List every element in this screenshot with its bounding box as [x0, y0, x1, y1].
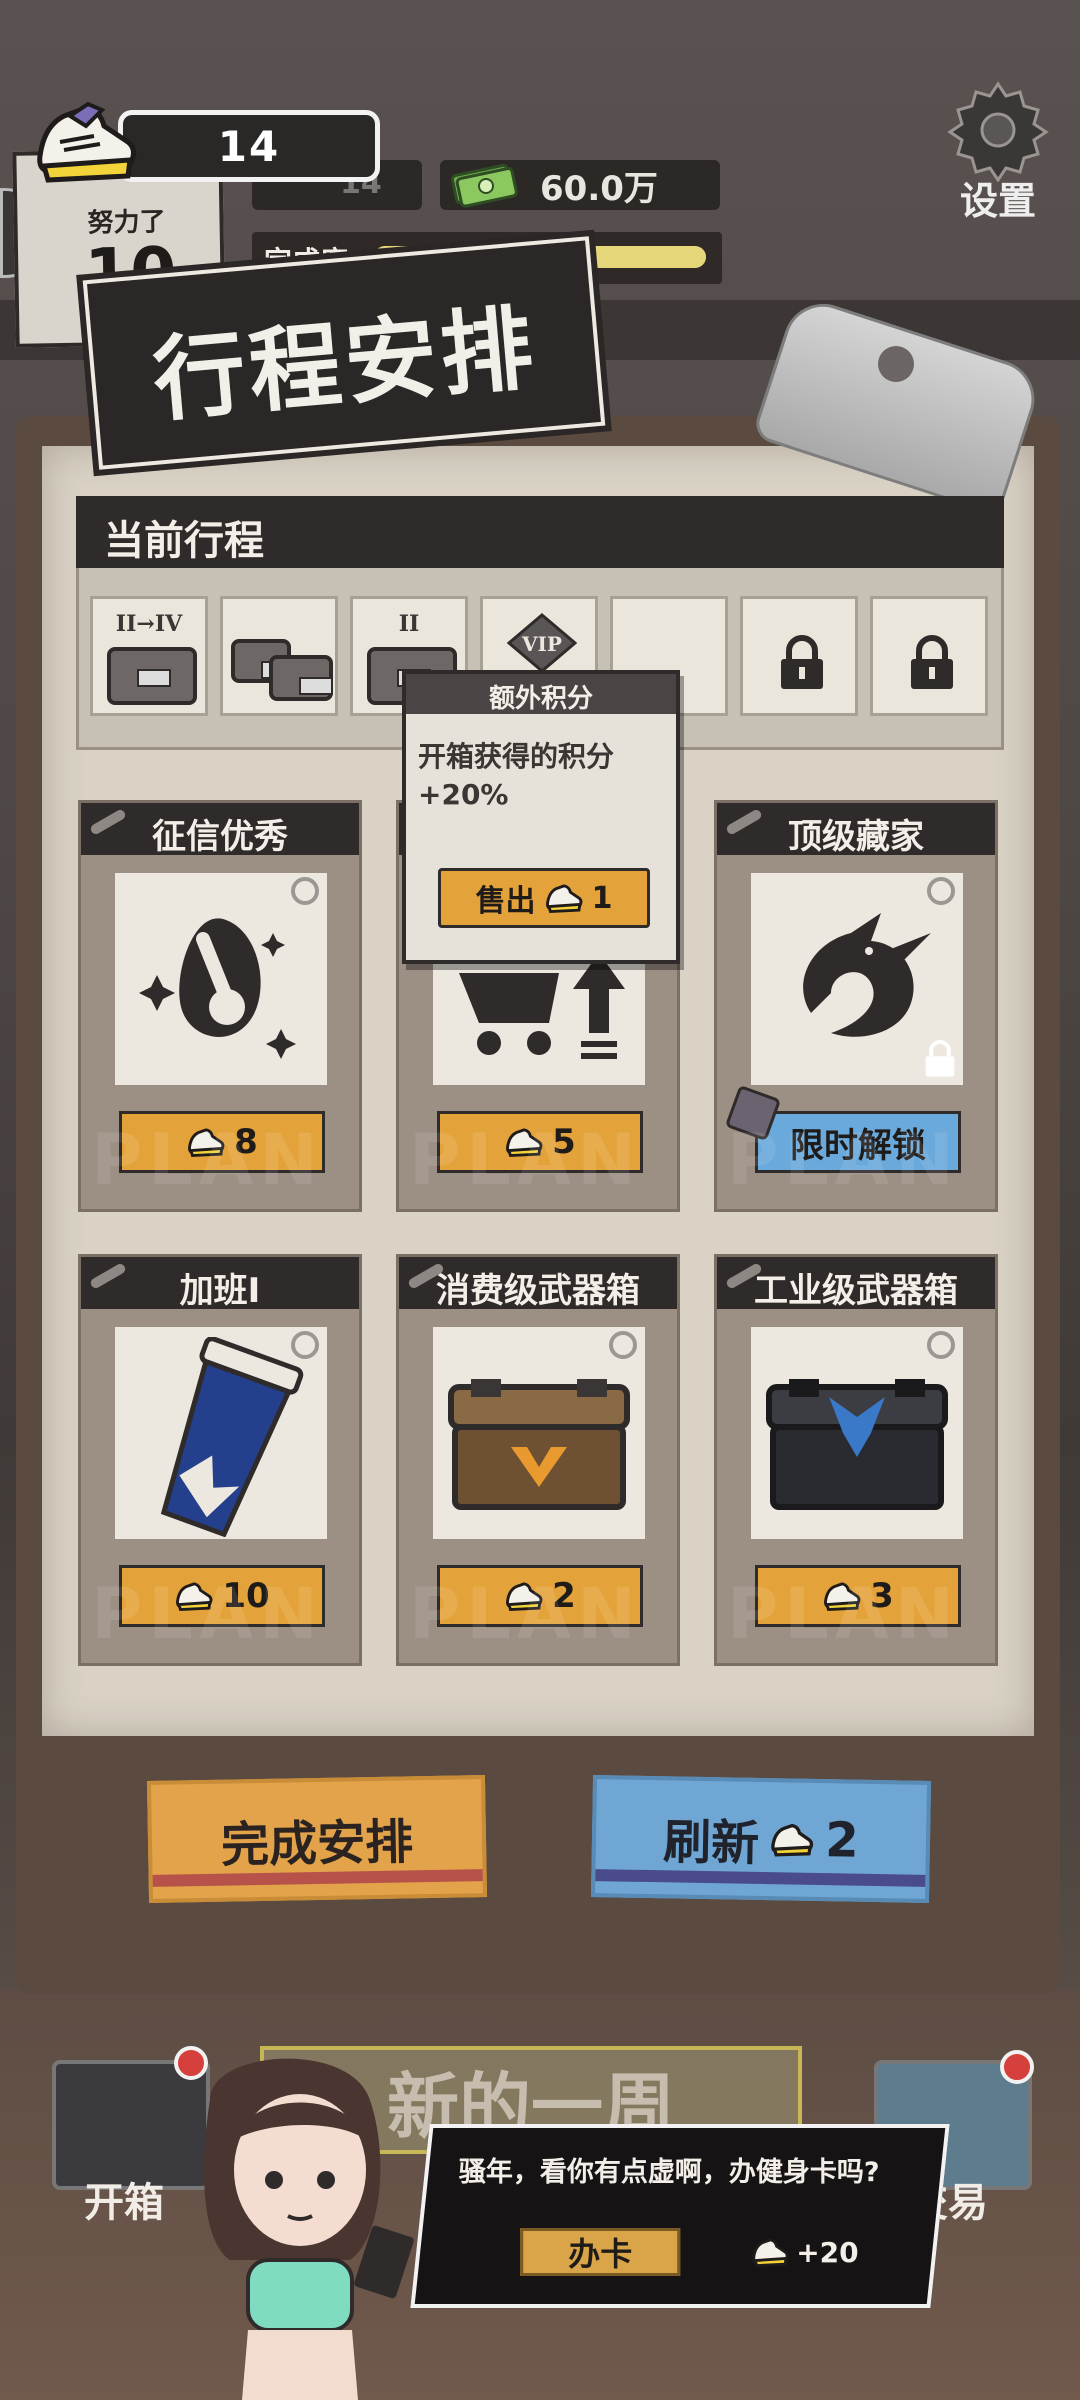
finish-label: 完成安排: [220, 1814, 414, 1874]
gym-girl-avatar: [204, 2058, 414, 2400]
card-title: 工业级武器箱: [754, 1271, 958, 1311]
level-value: 14: [217, 121, 281, 171]
magnifier-icon[interactable]: [609, 1331, 637, 1359]
notification-dot: [1000, 2050, 1034, 2084]
black-crate-icon: [766, 1379, 948, 1510]
lock-icon: [925, 1039, 955, 1077]
speech-text: 骚年，看你有点虚啊，办健身卡吗?: [458, 2157, 880, 2188]
clip-hole: [878, 346, 914, 382]
card-header: 消费级武器箱: [399, 1257, 677, 1311]
lock-icon: [911, 635, 953, 689]
gear-icon: [947, 81, 1049, 182]
itinerary-slot-2[interactable]: [220, 596, 338, 716]
page-title: 行程安排: [149, 294, 541, 435]
speech-bubble: 骚年，看你有点虚啊，办健身卡吗? 办卡 +20: [410, 2124, 950, 2308]
sell-cost: 1: [591, 880, 613, 916]
bonus-points-tooltip: 额外积分 开箱获得的积分+20% 售出 1: [402, 670, 680, 964]
tooltip-body: 开箱获得的积分+20%: [418, 740, 615, 811]
stripe: [152, 1869, 483, 1887]
current-itinerary-title: 当前行程: [104, 518, 264, 564]
watermark: PLAN: [409, 1119, 642, 1201]
card-title: 顶级藏家: [788, 817, 924, 857]
card-art: [115, 873, 327, 1085]
cash-icon: [450, 163, 518, 208]
card-art: [115, 1327, 327, 1539]
itinerary-slot-1[interactable]: II→IV: [90, 596, 208, 716]
settings-button[interactable]: 设置: [940, 78, 1056, 228]
slot-tag: II: [398, 611, 420, 637]
card-header: 加班I: [81, 1257, 359, 1311]
vip-badge-icon: VIP: [507, 613, 577, 673]
sneaker-coin-icon: [771, 1823, 814, 1857]
sell-label: 售出: [475, 884, 536, 919]
card-art: [433, 1327, 645, 1539]
reward-value: +20: [796, 2235, 859, 2269]
card-credit[interactable]: 征信优秀 8 PLAN: [78, 800, 362, 1212]
sell-button[interactable]: 售出 1: [438, 868, 650, 928]
tooltip-title: 额外积分: [406, 674, 676, 714]
card-overtime[interactable]: 加班I 10 PLAN: [78, 1254, 362, 1666]
refresh-button[interactable]: 刷新 2: [590, 1775, 932, 1903]
card-consumer-crate[interactable]: 消费级武器箱 2 PLAN: [396, 1254, 680, 1666]
watermark: PLAN: [727, 1119, 960, 1201]
refresh-label: 刷新: [662, 1814, 760, 1872]
card-art: [751, 873, 963, 1085]
card-industrial-crate[interactable]: 工业级武器箱 3 PLAN: [714, 1254, 998, 1666]
coffee-cup-icon: [160, 1337, 304, 1537]
level-pill: 14: [118, 110, 380, 182]
crate-icon: [107, 647, 197, 705]
card-header: 征信优秀: [81, 803, 359, 857]
lock-icon: [781, 635, 823, 689]
sneaker-icon: [37, 101, 136, 183]
sneaker-coin-icon: [545, 884, 582, 914]
card-title: 征信优秀: [152, 817, 288, 857]
card-title: 加班I: [179, 1271, 261, 1311]
itinerary-slot-6[interactable]: [740, 596, 858, 716]
slot-tag: II→IV: [115, 611, 183, 637]
card-header: 顶级藏家: [717, 803, 995, 857]
refresh-cost: 2: [824, 1812, 860, 1869]
crate-icon: [269, 655, 333, 701]
card-art: [751, 1327, 963, 1539]
pin-icon: [89, 1262, 127, 1290]
watermark: PLAN: [91, 1573, 324, 1655]
dragon-icon: [803, 913, 931, 1037]
stripe: [595, 1869, 926, 1887]
watermark: PLAN: [409, 1573, 642, 1655]
money-value: 60.0万: [540, 168, 658, 209]
watermark: PLAN: [91, 1119, 324, 1201]
get-card-button[interactable]: 办卡: [520, 2228, 681, 2276]
current-itinerary-header: 当前行程: [76, 496, 1004, 568]
magnifier-icon[interactable]: [927, 1331, 955, 1359]
wooden-crate-icon: [448, 1379, 630, 1510]
pin-icon: [89, 808, 127, 836]
card-title: 消费级武器箱: [436, 1271, 640, 1311]
pin-icon: [725, 808, 763, 836]
card-top-collector[interactable]: 顶级藏家 限时解锁 PLAN: [714, 800, 998, 1212]
settings-label: 设置: [959, 179, 1036, 223]
finish-schedule-button[interactable]: 完成安排: [146, 1775, 488, 1903]
get-card-label: 办卡: [568, 2235, 633, 2273]
itinerary-slot-7[interactable]: [870, 596, 988, 716]
sneaker-coin-icon: [752, 2238, 789, 2268]
vip-text: VIP: [521, 632, 562, 656]
card-header: 工业级武器箱: [717, 1257, 995, 1311]
reward: +20: [750, 2232, 859, 2272]
watermark: PLAN: [727, 1573, 960, 1655]
egg-sparkle-icon: [139, 918, 296, 1059]
